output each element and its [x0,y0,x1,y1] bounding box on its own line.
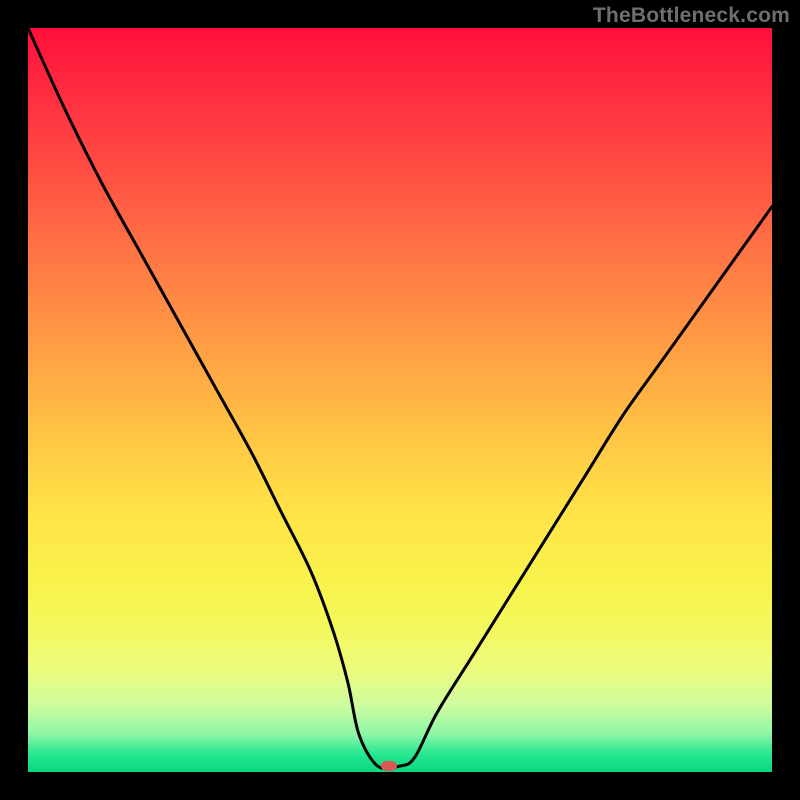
watermark-text: TheBottleneck.com [593,4,790,28]
chart-plot-area [28,28,772,772]
bottleneck-curve [28,28,772,772]
curve-path [28,28,772,769]
optimal-point-marker [381,761,397,771]
chart-frame: TheBottleneck.com [0,0,800,800]
